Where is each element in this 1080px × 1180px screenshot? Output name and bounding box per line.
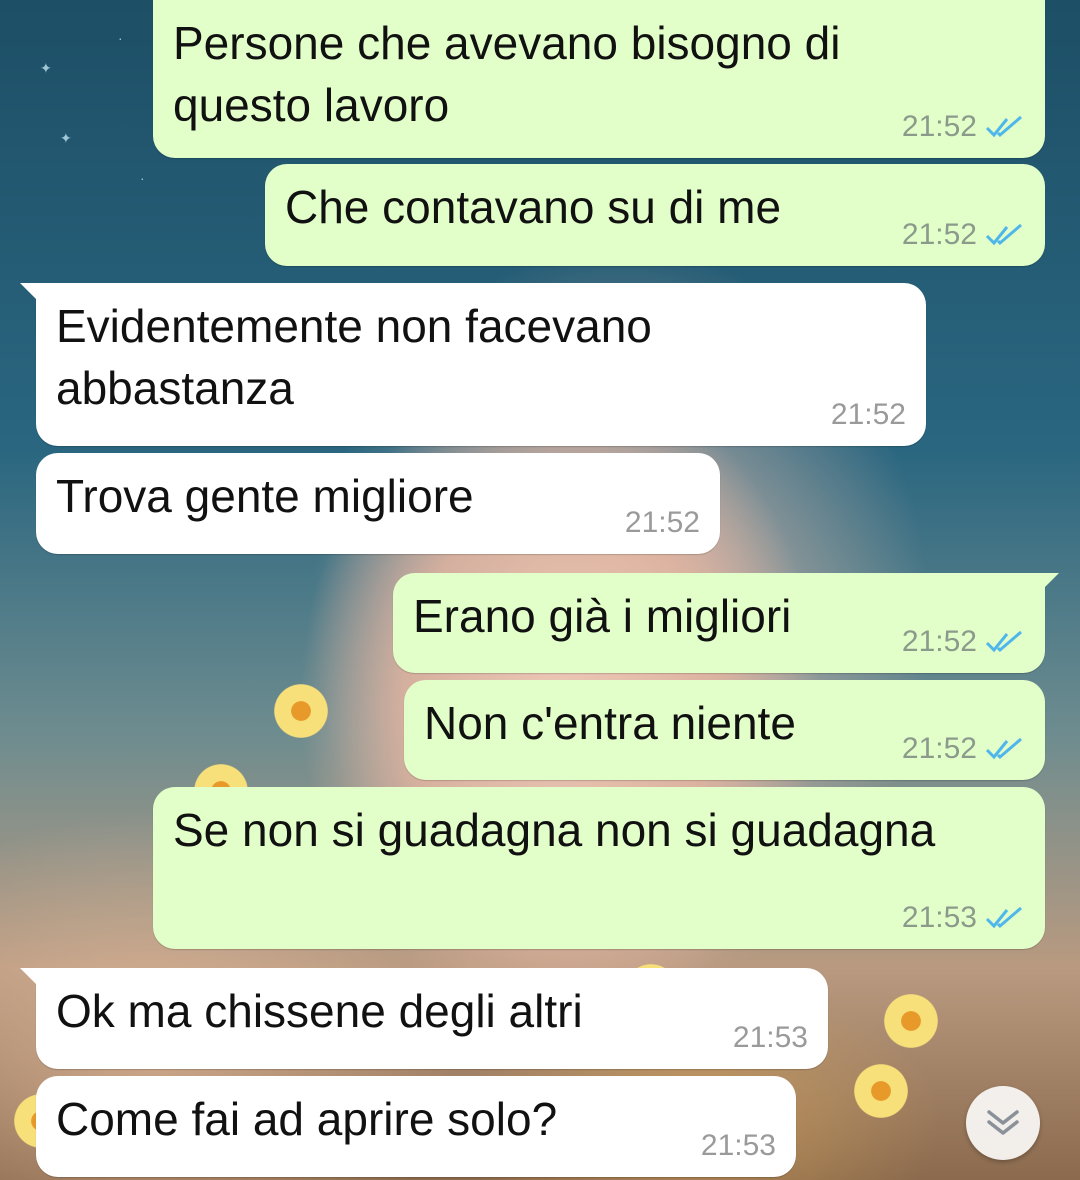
double-check-icon	[985, 906, 1022, 929]
message-text: Evidentemente non facevano abbastanza	[56, 300, 652, 414]
message-meta: 21:53	[701, 1129, 776, 1163]
chevron-double-down-icon	[987, 1110, 1019, 1135]
message-meta: 21:52	[831, 398, 906, 432]
message-meta: 21:52	[902, 110, 1025, 144]
message-time: 21:52	[901, 625, 977, 658]
message-time: 21:52	[624, 506, 700, 539]
message-meta: 21:52	[902, 625, 1025, 659]
flower-decoration	[270, 680, 332, 742]
message-meta: 21:53	[902, 901, 1025, 935]
double-check-icon	[985, 223, 1022, 246]
message-time: 21:53	[732, 1021, 808, 1054]
message-bubble-outgoing[interactable]: Persone che avevano bisogno di questo la…	[153, 0, 1045, 158]
message-bubble-incoming[interactable]: Ok ma chissene degli altri 21:53	[20, 968, 828, 1069]
message-text: Trova gente migliore	[56, 470, 474, 522]
message-bubble-outgoing[interactable]: Non c'entra niente 21:52	[404, 680, 1045, 780]
message-time: 21:52	[901, 732, 977, 765]
message-time: 21:53	[901, 901, 977, 934]
message-bubble-outgoing[interactable]: Se non si guadagna non si guadagna 21:53	[153, 787, 1045, 949]
message-time: 21:52	[830, 398, 906, 431]
message-bubble-outgoing[interactable]: Che contavano su di me 21:52	[265, 164, 1045, 266]
double-check-icon	[985, 737, 1022, 760]
message-bubble-outgoing[interactable]: Erano già i migliori 21:52	[393, 573, 1059, 673]
message-bubble-incoming[interactable]: Come fai ad aprire solo? 21:53	[36, 1076, 796, 1177]
flower-decoration	[880, 990, 942, 1052]
star-decoration: ✦	[60, 130, 72, 146]
star-decoration: ✦	[40, 60, 52, 76]
message-bubble-incoming[interactable]: Evidentemente non facevano abbastanza 21…	[20, 283, 926, 446]
message-meta: 21:53	[733, 1021, 808, 1055]
message-meta: 21:52	[902, 218, 1025, 252]
message-time: 21:52	[901, 110, 977, 143]
star-decoration: ·	[140, 170, 145, 186]
message-text: Ok ma chissene degli altri	[56, 985, 583, 1037]
message-time: 21:53	[700, 1129, 776, 1162]
message-meta: 21:52	[625, 506, 700, 540]
star-decoration: ·	[118, 30, 123, 46]
message-text: Come fai ad aprire solo?	[56, 1093, 558, 1145]
message-time: 21:52	[901, 218, 977, 251]
message-text: Se non si guadagna non si guadagna	[173, 804, 936, 856]
message-text: Persone che avevano bisogno di questo la…	[173, 17, 841, 131]
flower-decoration	[850, 1060, 912, 1122]
scroll-to-bottom-button[interactable]	[966, 1086, 1040, 1160]
double-check-icon	[985, 630, 1022, 653]
double-check-icon	[985, 115, 1022, 138]
message-meta: 21:52	[902, 732, 1025, 766]
message-bubble-incoming[interactable]: Trova gente migliore 21:52	[36, 453, 720, 554]
